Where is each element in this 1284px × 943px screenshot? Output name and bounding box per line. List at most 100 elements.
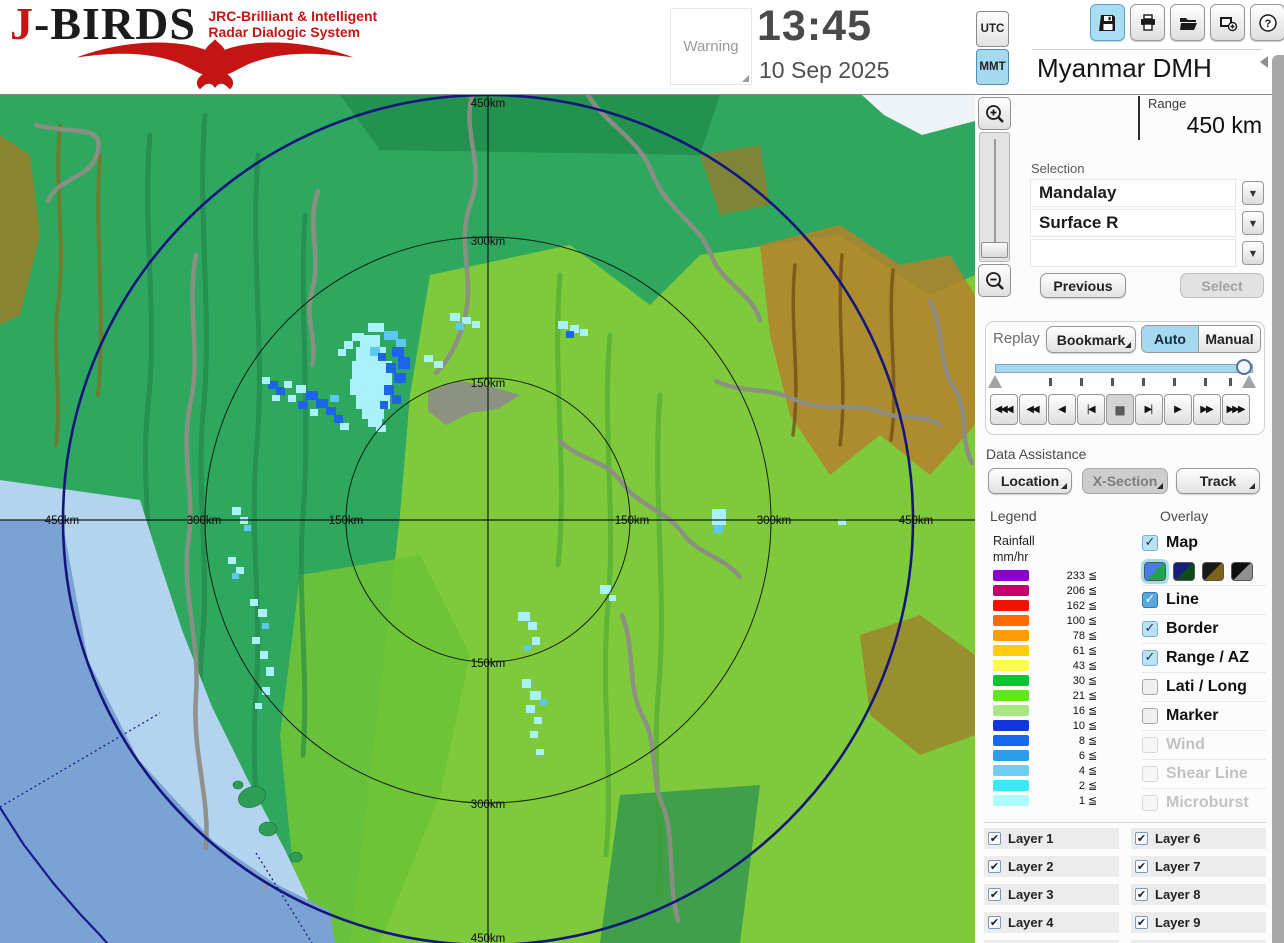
layer-toggle[interactable]: ✔ Layer 7 [1131,856,1266,877]
overlay-item-wind[interactable]: Wind [1142,730,1266,759]
legend-lte-sign: ≦ [1088,614,1098,627]
layers-grid: ✔ Layer 1 ✔ Layer 2 ✔ Layer 3 ✔ Layer 4 ✔ Layer … [984,828,1266,943]
replay-slider-thumb[interactable] [1236,359,1252,375]
legend-color-swatch [993,735,1029,746]
checkbox-icon[interactable]: ✔ [1135,860,1148,873]
zoom-slider[interactable] [979,132,1010,262]
legend-row: 233 ≦ [993,568,1129,583]
export-image-button[interactable] [1210,4,1245,41]
overlay-item-map[interactable]: ✓ Map [1142,528,1266,557]
auto-button[interactable]: Auto [1142,326,1199,352]
overlay-item-shear-line[interactable]: Shear Line [1142,759,1266,788]
legend-row: 6 ≦ [993,748,1129,763]
layer-toggle[interactable]: ✔ Layer 9 [1131,912,1266,933]
map-style-swatch[interactable] [1202,561,1224,581]
mmt-button[interactable]: MMT [976,49,1009,85]
checkbox-icon[interactable] [1142,708,1158,724]
toolbar-divider [1032,49,1262,50]
open-folder-button[interactable] [1170,4,1205,41]
zoom-out-button[interactable] [978,264,1011,297]
checkbox-icon[interactable] [1142,795,1158,811]
zoom-slider-thumb[interactable] [981,242,1008,258]
rewind-fast-button[interactable]: ◀◀◀ [990,394,1018,425]
legend-lte-sign: ≦ [1088,569,1098,582]
previous-button[interactable]: Previous [1040,273,1126,298]
product-dropdown-value[interactable]: Surface R [1030,209,1236,237]
overlay-item-border[interactable]: ✓ Border [1142,614,1266,643]
track-button[interactable]: Track [1176,468,1260,494]
layer-toggle[interactable]: ✔ Layer 4 [984,912,1119,933]
clock-date: 10 Sep 2025 [759,57,890,83]
checkbox-icon[interactable]: ✓ [1142,621,1158,637]
manual-button[interactable]: Manual [1199,326,1260,352]
play-back-button[interactable]: ◀ [1048,394,1076,425]
step-back-button[interactable]: |◀ [1077,394,1105,425]
layer-toggle[interactable]: ✔ Layer 8 [1131,884,1266,905]
play-button[interactable]: ▶ [1164,394,1192,425]
overlay-item-marker[interactable]: Marker [1142,701,1266,730]
chevron-down-icon[interactable]: ▼ [1242,181,1264,205]
checkbox-icon[interactable]: ✔ [988,860,1001,873]
legend-color-swatch [993,585,1029,596]
overlay-item-label: Wind [1166,736,1205,753]
product-dropdown[interactable]: Surface R ▼ [1030,209,1264,237]
checkbox-icon[interactable]: ✔ [1135,916,1148,929]
site-dropdown[interactable]: Mandalay ▼ [1030,179,1264,207]
slider-tick [1049,378,1052,386]
map-style-swatch[interactable] [1173,561,1195,581]
checkbox-icon[interactable]: ✓ [1142,534,1158,551]
checkbox-icon[interactable]: ✔ [988,888,1001,901]
ring-label: 150km [329,515,364,527]
collapsed-panel-strip[interactable] [1272,55,1284,943]
layer-toggle[interactable]: ✔ Layer 1 [984,828,1119,849]
layer-toggle[interactable]: ✔ Layer 6 [1131,828,1266,849]
map-style-swatch[interactable] [1231,561,1253,581]
ring-label: 300km [471,236,506,248]
rewind-button[interactable]: ◀◀ [1019,394,1047,425]
overlay-item-range-az[interactable]: ✓ Range / AZ [1142,643,1266,672]
checkbox-icon[interactable] [1142,679,1158,695]
slider-tick [1080,378,1083,386]
panel-collapse-icon[interactable] [1260,56,1268,68]
checkbox-icon[interactable]: ✔ [1135,832,1148,845]
chevron-down-icon[interactable]: ▼ [1242,211,1264,235]
forward-button[interactable]: ▶▶ [1193,394,1221,425]
bookmark-button[interactable]: Bookmark [1046,326,1136,353]
checkbox-icon[interactable] [1142,766,1158,782]
site-dropdown-value[interactable]: Mandalay [1030,179,1236,207]
save-button[interactable] [1090,4,1125,41]
checkbox-icon[interactable]: ✔ [988,832,1001,845]
checkbox-icon[interactable]: ✓ [1142,650,1158,666]
slider-tick [1173,378,1176,386]
checkbox-icon[interactable] [1142,737,1158,753]
slider-start-marker[interactable] [988,375,1002,388]
help-button[interactable]: ? [1250,4,1284,41]
slider-end-marker[interactable] [1242,375,1256,388]
overlay-item-lati-long[interactable]: Lati / Long [1142,672,1266,701]
select-button[interactable]: Select [1180,273,1264,298]
forward-fast-button[interactable]: ▶▶▶ [1222,394,1250,425]
chevron-down-icon[interactable]: ▼ [1242,241,1264,265]
utc-button[interactable]: UTC [976,11,1009,47]
legend-value: 16 [1072,704,1085,717]
overlay-item-microburst[interactable]: Microburst [1142,788,1266,817]
third-dropdown-value[interactable] [1030,239,1236,267]
x-section-button[interactable]: X-Section [1082,468,1168,494]
warning-button[interactable]: Warning [670,8,752,85]
replay-slider-track[interactable] [995,364,1253,373]
zoom-in-button[interactable] [978,97,1011,130]
third-dropdown[interactable]: ▼ [1030,239,1264,267]
radar-map[interactable]: 450km 300km 150km 150km 300km 450km 450km 300km… [0,95,975,943]
checkbox-icon[interactable]: ✔ [1135,888,1148,901]
layer-toggle[interactable]: ✔ Layer 2 [984,856,1119,877]
layer-toggle[interactable]: ✔ Layer 3 [984,884,1119,905]
checkbox-icon[interactable]: ✓ [1142,592,1158,608]
overlay-item-line[interactable]: ✓ Line [1142,585,1266,614]
print-button[interactable] [1130,4,1165,41]
step-forward-button[interactable]: ▶| [1135,394,1163,425]
stop-button[interactable]: ■ [1106,394,1134,425]
location-button[interactable]: Location [988,468,1072,494]
legend-value: 61 [1072,644,1085,657]
map-style-swatch[interactable] [1144,561,1166,581]
checkbox-icon[interactable]: ✔ [988,916,1001,929]
